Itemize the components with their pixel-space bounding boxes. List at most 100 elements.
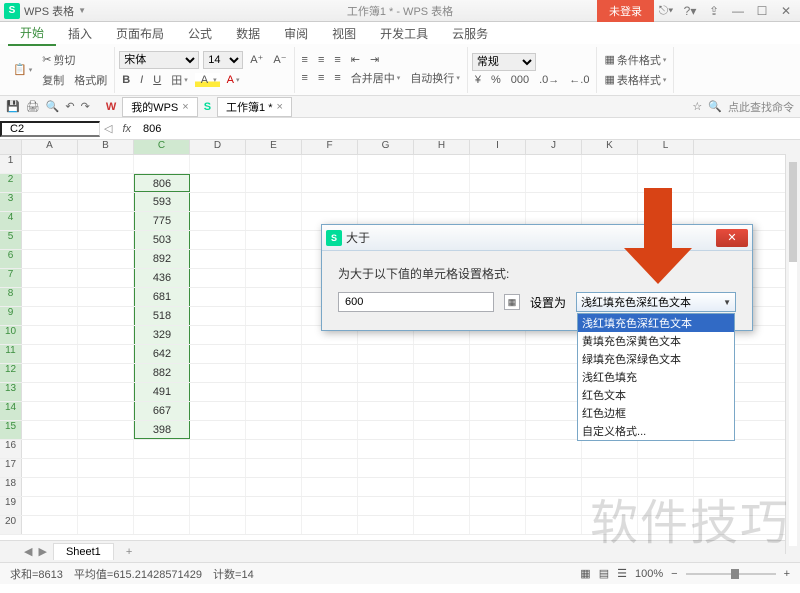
cell[interactable]	[22, 307, 78, 325]
cell[interactable]	[302, 497, 358, 515]
cell[interactable]	[470, 155, 526, 173]
cell[interactable]	[190, 155, 246, 173]
add-sheet-button[interactable]: +	[120, 546, 138, 558]
align-mid-icon[interactable]: ≡	[315, 53, 327, 67]
wps-home-tab[interactable]: 我的WPS ×	[122, 97, 198, 117]
cell[interactable]	[358, 459, 414, 477]
cell[interactable]	[190, 345, 246, 363]
app-menu-caret[interactable]: ▼	[78, 6, 86, 15]
cell[interactable]	[526, 383, 582, 401]
cell[interactable]	[470, 440, 526, 458]
cell[interactable]	[470, 497, 526, 515]
cell[interactable]	[78, 383, 134, 401]
maximize-button[interactable]: ☐	[750, 4, 774, 18]
col-header[interactable]: H	[414, 140, 470, 154]
cell[interactable]	[246, 231, 302, 249]
cell[interactable]	[78, 421, 134, 439]
cell[interactable]	[358, 478, 414, 496]
cell[interactable]	[526, 364, 582, 382]
cell[interactable]	[22, 155, 78, 173]
cell[interactable]	[470, 421, 526, 439]
cell[interactable]	[246, 421, 302, 439]
row-header[interactable]: 13	[0, 383, 22, 401]
cell[interactable]	[526, 174, 582, 192]
zoom-level[interactable]: 100%	[635, 568, 663, 580]
align-right-icon[interactable]: ≡	[331, 71, 343, 85]
preview-icon[interactable]: 🔍	[46, 100, 60, 113]
cut-button[interactable]: ✂ 剪切	[39, 51, 110, 69]
cell[interactable]: 593	[134, 193, 190, 211]
cell[interactable]	[582, 193, 638, 211]
row-header[interactable]: 9	[0, 307, 22, 325]
cell[interactable]	[470, 383, 526, 401]
cell[interactable]	[358, 516, 414, 534]
cell[interactable]: 436	[134, 269, 190, 287]
align-bot-icon[interactable]: ≡	[331, 53, 343, 67]
row-header[interactable]: 15	[0, 421, 22, 439]
format-painter-button[interactable]: 格式刷	[71, 71, 110, 89]
cell[interactable]: 667	[134, 402, 190, 420]
row-header[interactable]: 4	[0, 212, 22, 230]
cell[interactable]	[582, 440, 638, 458]
cell[interactable]	[134, 459, 190, 477]
cell[interactable]	[246, 440, 302, 458]
cell[interactable]	[638, 516, 694, 534]
cell[interactable]	[190, 440, 246, 458]
fill-color-button[interactable]: A ▾	[195, 73, 220, 87]
sheet-nav-prev[interactable]: ◀	[24, 545, 32, 558]
cell[interactable]	[246, 307, 302, 325]
cell[interactable]	[78, 212, 134, 230]
cell[interactable]	[470, 193, 526, 211]
search-icon[interactable]: 🔍	[708, 100, 722, 113]
cell[interactable]	[582, 497, 638, 515]
cell[interactable]	[22, 288, 78, 306]
tab-view[interactable]: 视图	[320, 22, 368, 45]
cell[interactable]	[190, 497, 246, 515]
undo-icon[interactable]: ↶	[65, 100, 74, 113]
cell[interactable]	[190, 516, 246, 534]
cell[interactable]	[526, 440, 582, 458]
cell[interactable]	[22, 326, 78, 344]
cell[interactable]	[78, 497, 134, 515]
cell[interactable]	[78, 459, 134, 477]
col-header[interactable]: C	[134, 140, 190, 154]
cell[interactable]	[302, 459, 358, 477]
cell[interactable]	[190, 478, 246, 496]
cell[interactable]	[246, 516, 302, 534]
col-header[interactable]: K	[582, 140, 638, 154]
row-header[interactable]: 11	[0, 345, 22, 363]
cell[interactable]	[414, 478, 470, 496]
font-color-button[interactable]: A▾	[224, 73, 243, 87]
cell[interactable]	[414, 345, 470, 363]
bold-button[interactable]: B	[119, 73, 133, 87]
dropdown-option[interactable]: 红色文本	[578, 386, 734, 404]
paste-button[interactable]: 📋▾	[10, 62, 35, 77]
cell[interactable]	[246, 155, 302, 173]
cell[interactable]	[190, 421, 246, 439]
cell[interactable]	[190, 174, 246, 192]
tab-home[interactable]: 开始	[8, 21, 56, 46]
cell[interactable]	[22, 364, 78, 382]
cell[interactable]	[22, 212, 78, 230]
align-left-icon[interactable]: ≡	[299, 71, 311, 85]
row-header[interactable]: 8	[0, 288, 22, 306]
login-button[interactable]: 未登录	[597, 0, 654, 22]
cell[interactable]	[414, 440, 470, 458]
cell[interactable]	[582, 174, 638, 192]
cell[interactable]	[78, 364, 134, 382]
cell[interactable]	[526, 478, 582, 496]
cell[interactable]	[414, 421, 470, 439]
cell[interactable]	[78, 478, 134, 496]
border-button[interactable]: 田▾	[168, 71, 191, 89]
cell[interactable]	[414, 383, 470, 401]
cell[interactable]: 681	[134, 288, 190, 306]
row-header[interactable]: 18	[0, 478, 22, 496]
cell[interactable]	[302, 193, 358, 211]
cell[interactable]	[134, 497, 190, 515]
col-header[interactable]: J	[526, 140, 582, 154]
row-header[interactable]: 2	[0, 174, 22, 192]
cell[interactable]	[22, 440, 78, 458]
cell[interactable]	[190, 326, 246, 344]
tab-formula[interactable]: 公式	[176, 22, 224, 45]
cell[interactable]: 398	[134, 421, 190, 439]
